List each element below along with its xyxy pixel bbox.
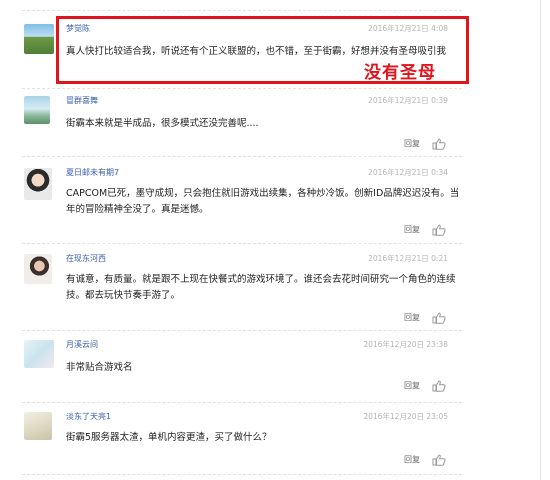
comment-username[interactable]: 在现东河西	[66, 254, 106, 264]
comment-text: 街霸5服务器太渣，单机内容更渣，买了做什么？	[66, 432, 272, 443]
comment-actions: 回复	[386, 138, 446, 150]
comment-text: 真人快打比较适合我，听说还有个正义联盟的，也不错，至于街霸，好想并没有圣母吸引我	[66, 46, 447, 57]
reply-link[interactable]: 回复	[404, 139, 420, 149]
comment-actions: 回复	[386, 454, 446, 466]
comment-timestamp: 2016年12月20日 23:38	[363, 340, 448, 349]
comment-item: 月溪云间 2016年12月20日 23:38 非常贴合游戏名 回复	[22, 340, 462, 400]
comment-item: 淡东了天亮1 2016年12月20日 23:05 街霸5服务器太渣，单机内容更渣…	[22, 412, 462, 472]
thumbs-up-icon[interactable]	[432, 138, 446, 150]
thumbs-up-icon[interactable]	[432, 380, 446, 392]
comment-username[interactable]: 冒群喜舞	[66, 96, 98, 106]
comment-actions: 回复	[386, 224, 446, 236]
avatar[interactable]	[24, 412, 52, 440]
comment-timestamp: 2016年12月21日 0:21	[368, 254, 448, 263]
comment-username[interactable]: 夏日邮未有期7	[66, 168, 119, 178]
comment-text: 有诚意，有质量。就是跟不上现在快餐式的游戏环境了。谁还会去花时间研究一个角色的连…	[66, 274, 456, 301]
avatar[interactable]	[24, 168, 52, 200]
reply-link[interactable]: 回复	[404, 455, 420, 465]
comment-actions: 回复	[386, 380, 446, 392]
comment-timestamp: 2016年12月21日 4:08	[368, 24, 448, 33]
comment-actions: 回复	[386, 312, 446, 324]
divider	[22, 88, 462, 89]
comment-timestamp: 2016年12月21日 0:39	[368, 96, 448, 105]
comment-username[interactable]: 淡东了天亮1	[66, 412, 111, 422]
comment-item: 夏日邮未有期7 2016年12月21日 0:34 CAPCOM已死，墨守成规，只…	[22, 168, 462, 238]
thumbs-up-icon[interactable]	[432, 312, 446, 324]
divider	[22, 474, 462, 475]
comment-item: 冒群喜舞 2016年12月21日 0:39 街霸本来就是半成品，很多模式还没完善…	[22, 96, 462, 152]
divider	[22, 243, 462, 244]
comment-text: CAPCOM已死，墨守成规，只会抱住就旧游戏出续集，各种炒冷饭。创新ID品牌迟迟…	[66, 188, 460, 215]
divider	[22, 10, 462, 11]
comment-timestamp: 2016年12月20日 23:05	[363, 412, 448, 421]
thumbs-up-icon[interactable]	[432, 454, 446, 466]
reply-link[interactable]: 回复	[404, 225, 420, 235]
avatar[interactable]	[24, 340, 54, 368]
page-edge-line	[540, 0, 541, 480]
divider	[22, 156, 462, 157]
comment-text: 街霸本来就是半成品，很多模式还没完善呢....	[66, 118, 259, 129]
divider	[22, 402, 462, 403]
comment-username[interactable]: 梦觉陈	[66, 24, 90, 34]
avatar[interactable]	[24, 96, 50, 124]
annotation-label: 没有圣母	[364, 63, 436, 83]
comment-item: 在现东河西 2016年12月21日 0:21 有诚意，有质量。就是跟不上现在快餐…	[22, 254, 462, 328]
comment-text: 非常贴合游戏名	[66, 362, 133, 373]
reply-link[interactable]: 回复	[404, 313, 420, 323]
avatar[interactable]	[24, 254, 52, 284]
comment-timestamp: 2016年12月21日 0:34	[368, 168, 448, 177]
avatar[interactable]	[24, 24, 54, 54]
divider	[22, 330, 462, 331]
comment-username[interactable]: 月溪云间	[66, 340, 98, 350]
reply-link[interactable]: 回复	[404, 381, 420, 391]
thumbs-up-icon[interactable]	[432, 224, 446, 236]
